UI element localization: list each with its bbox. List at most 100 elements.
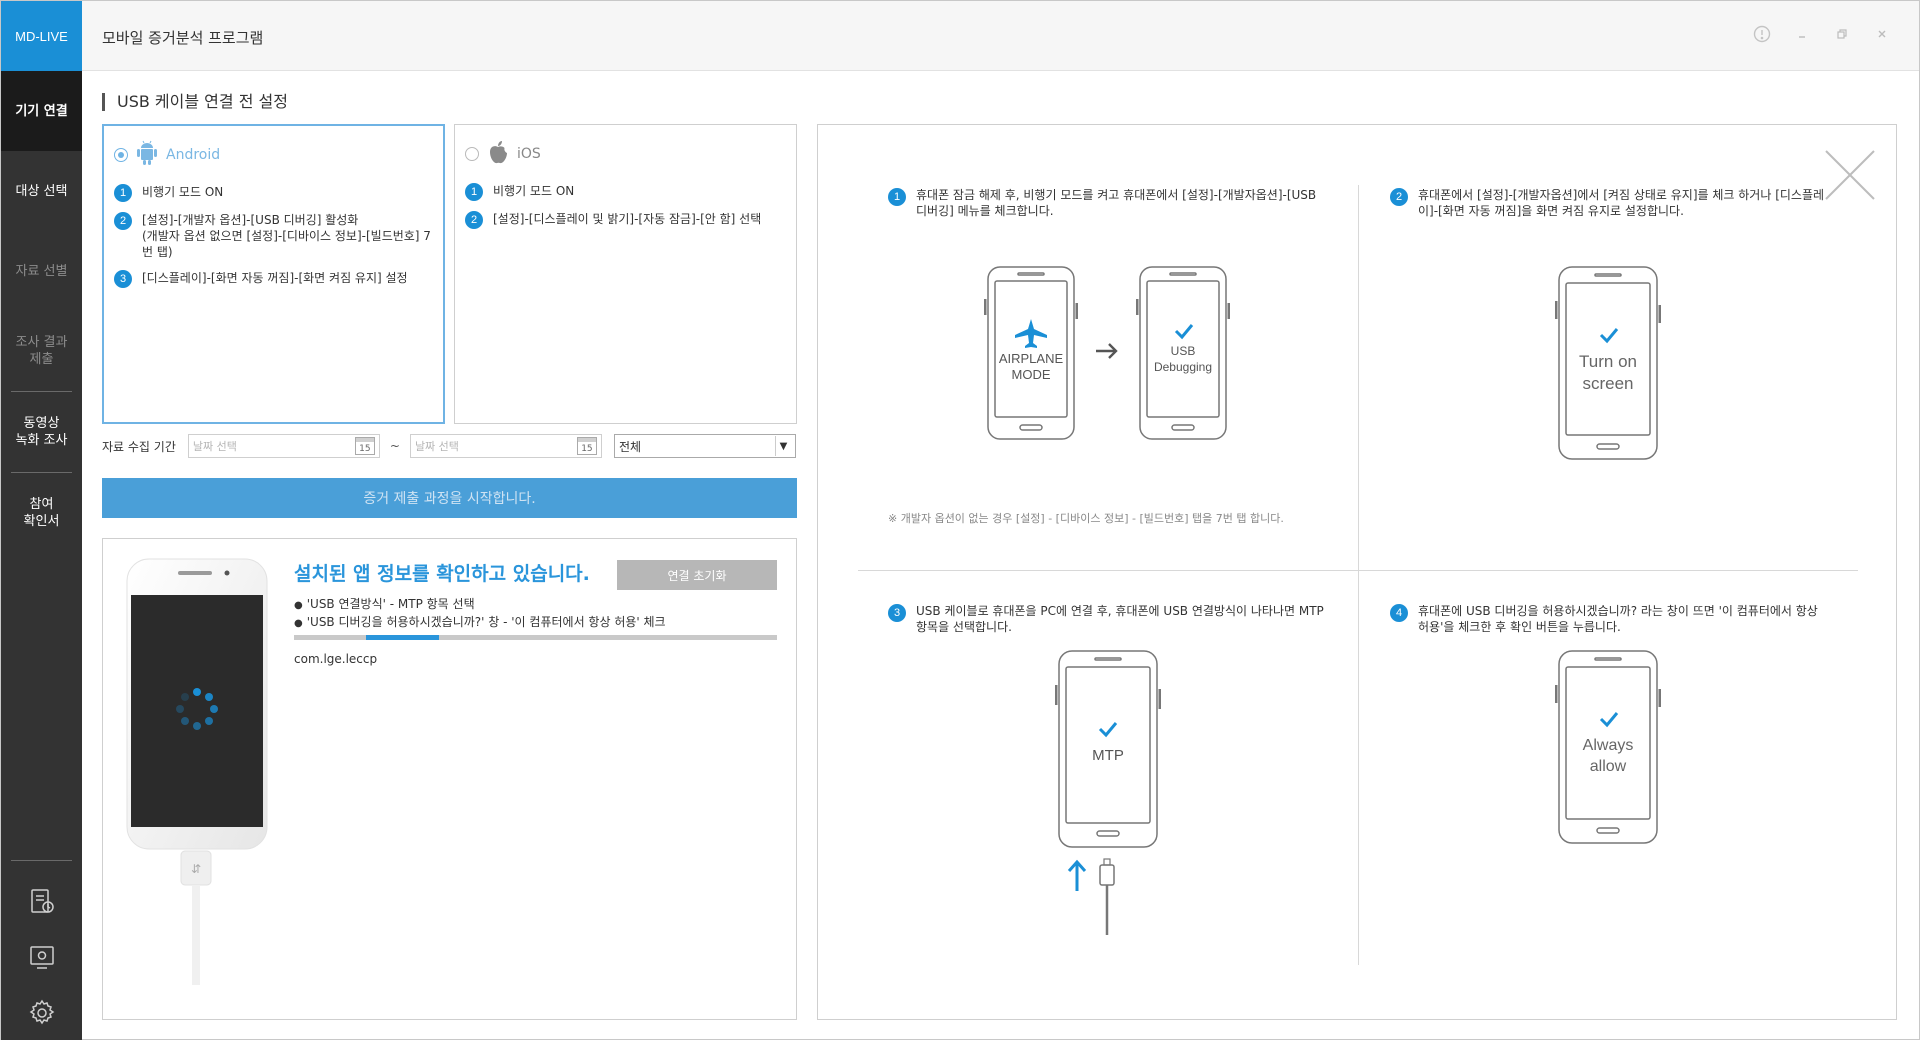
guide-step-1: 1 휴대폰 잠금 해제 후, 비행기 모드를 켜고 휴대폰에서 [설정]-[개발… xyxy=(888,187,1328,219)
phone-usb-debugging: USB Debugging xyxy=(1135,265,1231,445)
ios-label: iOS xyxy=(517,146,541,162)
step-number: 2 xyxy=(465,211,483,229)
step-number: 2 xyxy=(114,212,132,230)
sidebar-divider xyxy=(11,860,72,861)
developer-option-note: ※ 개발자 옵션이 없는 경우 [설정] - [디바이스 정보] - [빌드번호… xyxy=(888,512,1284,525)
progress-bar xyxy=(294,635,777,640)
guide-step-text: USB 케이블로 휴대폰을 PC에 연결 후, 휴대폰에 USB 연결방식이 나… xyxy=(916,604,1324,634)
phone-label-line: Debugging xyxy=(1153,360,1213,374)
svg-text:⇵: ⇵ xyxy=(191,862,201,876)
app-title: 모바일 증거분석 프로그램 xyxy=(102,29,264,47)
usb-debugging-label: USB Debugging xyxy=(1136,343,1230,375)
screen-settings-icon[interactable] xyxy=(1,929,82,985)
sidebar-item-device-connect[interactable]: 기기 연결 xyxy=(1,71,82,151)
start-submission-button[interactable]: 증거 제출 과정을 시작합니다. xyxy=(102,478,797,518)
turn-on-screen-label: Turn on screen xyxy=(1555,351,1661,395)
close-guide-icon[interactable] xyxy=(1824,149,1876,201)
sidebar-item-participation[interactable]: 참여 확인서 xyxy=(1,473,82,553)
step-number: 3 xyxy=(888,604,906,622)
step-text: [설정]-[디스플레이 및 밝기]-[자동 잠금]-[안 함] 선택 xyxy=(493,212,762,226)
date-to-placeholder: 날짜 선택 xyxy=(414,440,459,453)
close-icon[interactable] xyxy=(1873,25,1891,43)
step-number: 3 xyxy=(114,270,132,288)
step-number: 1 xyxy=(465,183,483,201)
progress-panel: ⇵ 설치된 앱 정보를 확인하고 있습니다. 연결 초기화 'USB 연결방식'… xyxy=(102,538,797,1020)
title-bar: 모바일 증거분석 프로그램 xyxy=(82,1,1919,71)
guide-divider xyxy=(1358,185,1359,965)
android-steps: 1 비행기 모드 ON 2 [설정]-[개발자 옵션]-[USB 디버깅] 활성화 … xyxy=(114,184,433,288)
phone-airplane-mode: AIRPLANE MODE xyxy=(983,265,1079,445)
date-filter-row: 자료 수집 기간 날짜 선택 15 ~ 날짜 선택 15 전체 ▼ xyxy=(102,434,797,458)
step-text: [디스플레이]-[화면 자동 꺼짐]-[화면 켜짐 유지] 설정 xyxy=(142,271,408,285)
guide-step-text: 휴대폰 잠금 해제 후, 비행기 모드를 켜고 휴대폰에서 [설정]-[개발자옵… xyxy=(916,188,1317,218)
scope-select[interactable]: 전체 ▼ xyxy=(613,434,796,458)
phone-always-allow: Always allow xyxy=(1554,649,1662,849)
ios-radio[interactable] xyxy=(465,147,479,161)
date-to-input[interactable]: 날짜 선택 15 xyxy=(409,434,602,458)
progress-bar-fill xyxy=(366,635,439,640)
phone-mtp: MTP xyxy=(1054,649,1162,853)
restore-icon[interactable] xyxy=(1833,25,1851,43)
date-from-placeholder: 날짜 선택 xyxy=(192,440,237,453)
sidebar-item-video-record[interactable]: 동영상 녹화 조사 xyxy=(1,392,82,472)
arrow-right-icon xyxy=(1094,341,1120,365)
android-step: 2 [설정]-[개발자 옵션]-[USB 디버깅] 활성화 (개발자 옵션 없으면… xyxy=(114,212,433,260)
step-number: 1 xyxy=(888,188,906,206)
step-text: 비행기 모드 ON xyxy=(493,184,575,198)
guide-divider xyxy=(858,570,1858,571)
android-icon xyxy=(136,140,158,170)
connected-phone-illustration: ⇵ xyxy=(121,555,271,995)
ios-steps: 1 비행기 모드 ON 2 [설정]-[디스플레이 및 밝기]-[자동 잠금]-[안… xyxy=(465,183,786,229)
setup-guide-panel: 1 휴대폰 잠금 해제 후, 비행기 모드를 켜고 휴대폰에서 [설정]-[개발… xyxy=(817,124,1897,1020)
android-card[interactable]: Android 1 비행기 모드 ON 2 [설정]-[개발자 옵션]-[USB 디… xyxy=(102,124,445,424)
sidebar-item-result-submit[interactable]: 조사 결과 제출 xyxy=(1,311,82,391)
step-number: 2 xyxy=(1390,188,1408,206)
window-controls xyxy=(1753,25,1891,43)
ios-card[interactable]: iOS 1 비행기 모드 ON 2 [설정]-[디스플레이 및 밝기]-[자동 잠금… xyxy=(454,124,797,424)
phone-screen-on: Turn on screen xyxy=(1554,265,1662,465)
step-number: 1 xyxy=(114,184,132,202)
sidebar-bottom-tools xyxy=(1,860,82,1040)
ios-step: 1 비행기 모드 ON xyxy=(465,183,786,201)
info-icon[interactable] xyxy=(1753,25,1771,43)
step-text: 비행기 모드 ON xyxy=(142,185,224,199)
current-package: com.lge.leccp xyxy=(294,652,378,666)
calendar-icon[interactable]: 15 xyxy=(354,437,375,455)
guide-step-3: 3 USB 케이블로 휴대폰을 PC에 연결 후, 휴대폰에 USB 연결방식이… xyxy=(888,603,1328,635)
date-separator: ~ xyxy=(389,439,400,453)
date-from-input[interactable]: 날짜 선택 15 xyxy=(187,434,380,458)
app-window: MD-LIVE 기기 연결 대상 선택 자료 선별 조사 결과 제출 동영상 녹… xyxy=(0,0,1920,1040)
android-radio[interactable] xyxy=(114,148,128,162)
apple-icon xyxy=(487,139,509,169)
phone-label-line: Always xyxy=(1582,737,1634,754)
minimize-icon[interactable] xyxy=(1793,25,1811,43)
guide-step-2: 2 휴대폰에서 [설정]-[개발자옵션]에서 [켜짐 상태로 유지]를 체크 하… xyxy=(1390,187,1830,219)
android-step: 1 비행기 모드 ON xyxy=(114,184,433,202)
android-step: 3 [디스플레이]-[화면 자동 꺼짐]-[화면 켜짐 유지] 설정 xyxy=(114,270,433,288)
gear-icon[interactable] xyxy=(1,985,82,1040)
report-icon[interactable] xyxy=(1,873,82,929)
calendar-icon[interactable]: 15 xyxy=(576,437,597,455)
ios-step: 2 [설정]-[디스플레이 및 밝기]-[자동 잠금]-[안 함] 선택 xyxy=(465,211,786,229)
phone-label-line: screen xyxy=(1582,374,1634,393)
reset-connection-button[interactable]: 연결 초기화 xyxy=(617,560,777,590)
phone-label-line: USB xyxy=(1170,344,1196,358)
section-title: USB 케이블 연결 전 설정 xyxy=(102,93,288,111)
step-text: [설정]-[개발자 옵션]-[USB 디버깅] 활성화 (개발자 옵션 없으면 … xyxy=(142,213,431,259)
chevron-down-icon[interactable]: ▼ xyxy=(774,436,791,456)
usb-cable-icon xyxy=(1063,857,1123,941)
android-card-header[interactable]: Android xyxy=(114,140,433,170)
sidebar: MD-LIVE 기기 연결 대상 선택 자료 선별 조사 결과 제출 동영상 녹… xyxy=(1,1,82,1040)
android-label: Android xyxy=(166,147,221,163)
sidebar-item-data-select[interactable]: 자료 선별 xyxy=(1,231,82,311)
instruction-item: 'USB 디버깅을 허용하시겠습니까?' 창 - '이 컴퓨터에서 항상 허용'… xyxy=(294,614,666,632)
ios-card-header[interactable]: iOS xyxy=(465,139,786,169)
mtp-label: MTP xyxy=(1092,747,1124,764)
guide-step-4: 4 휴대폰에 USB 디버깅을 허용하시겠습니까? 라는 창이 뜨면 '이 컴퓨… xyxy=(1390,603,1830,635)
phone-label-line: MODE xyxy=(1011,367,1051,382)
sidebar-item-target-select[interactable]: 대상 선택 xyxy=(1,151,82,231)
phone-label-line: allow xyxy=(1589,758,1627,775)
step-number: 4 xyxy=(1390,604,1408,622)
guide-step-text: 휴대폰에서 [설정]-[개발자옵션]에서 [켜짐 상태로 유지]를 체크 하거나… xyxy=(1418,188,1825,218)
phone-label-line: Turn on xyxy=(1579,352,1637,371)
